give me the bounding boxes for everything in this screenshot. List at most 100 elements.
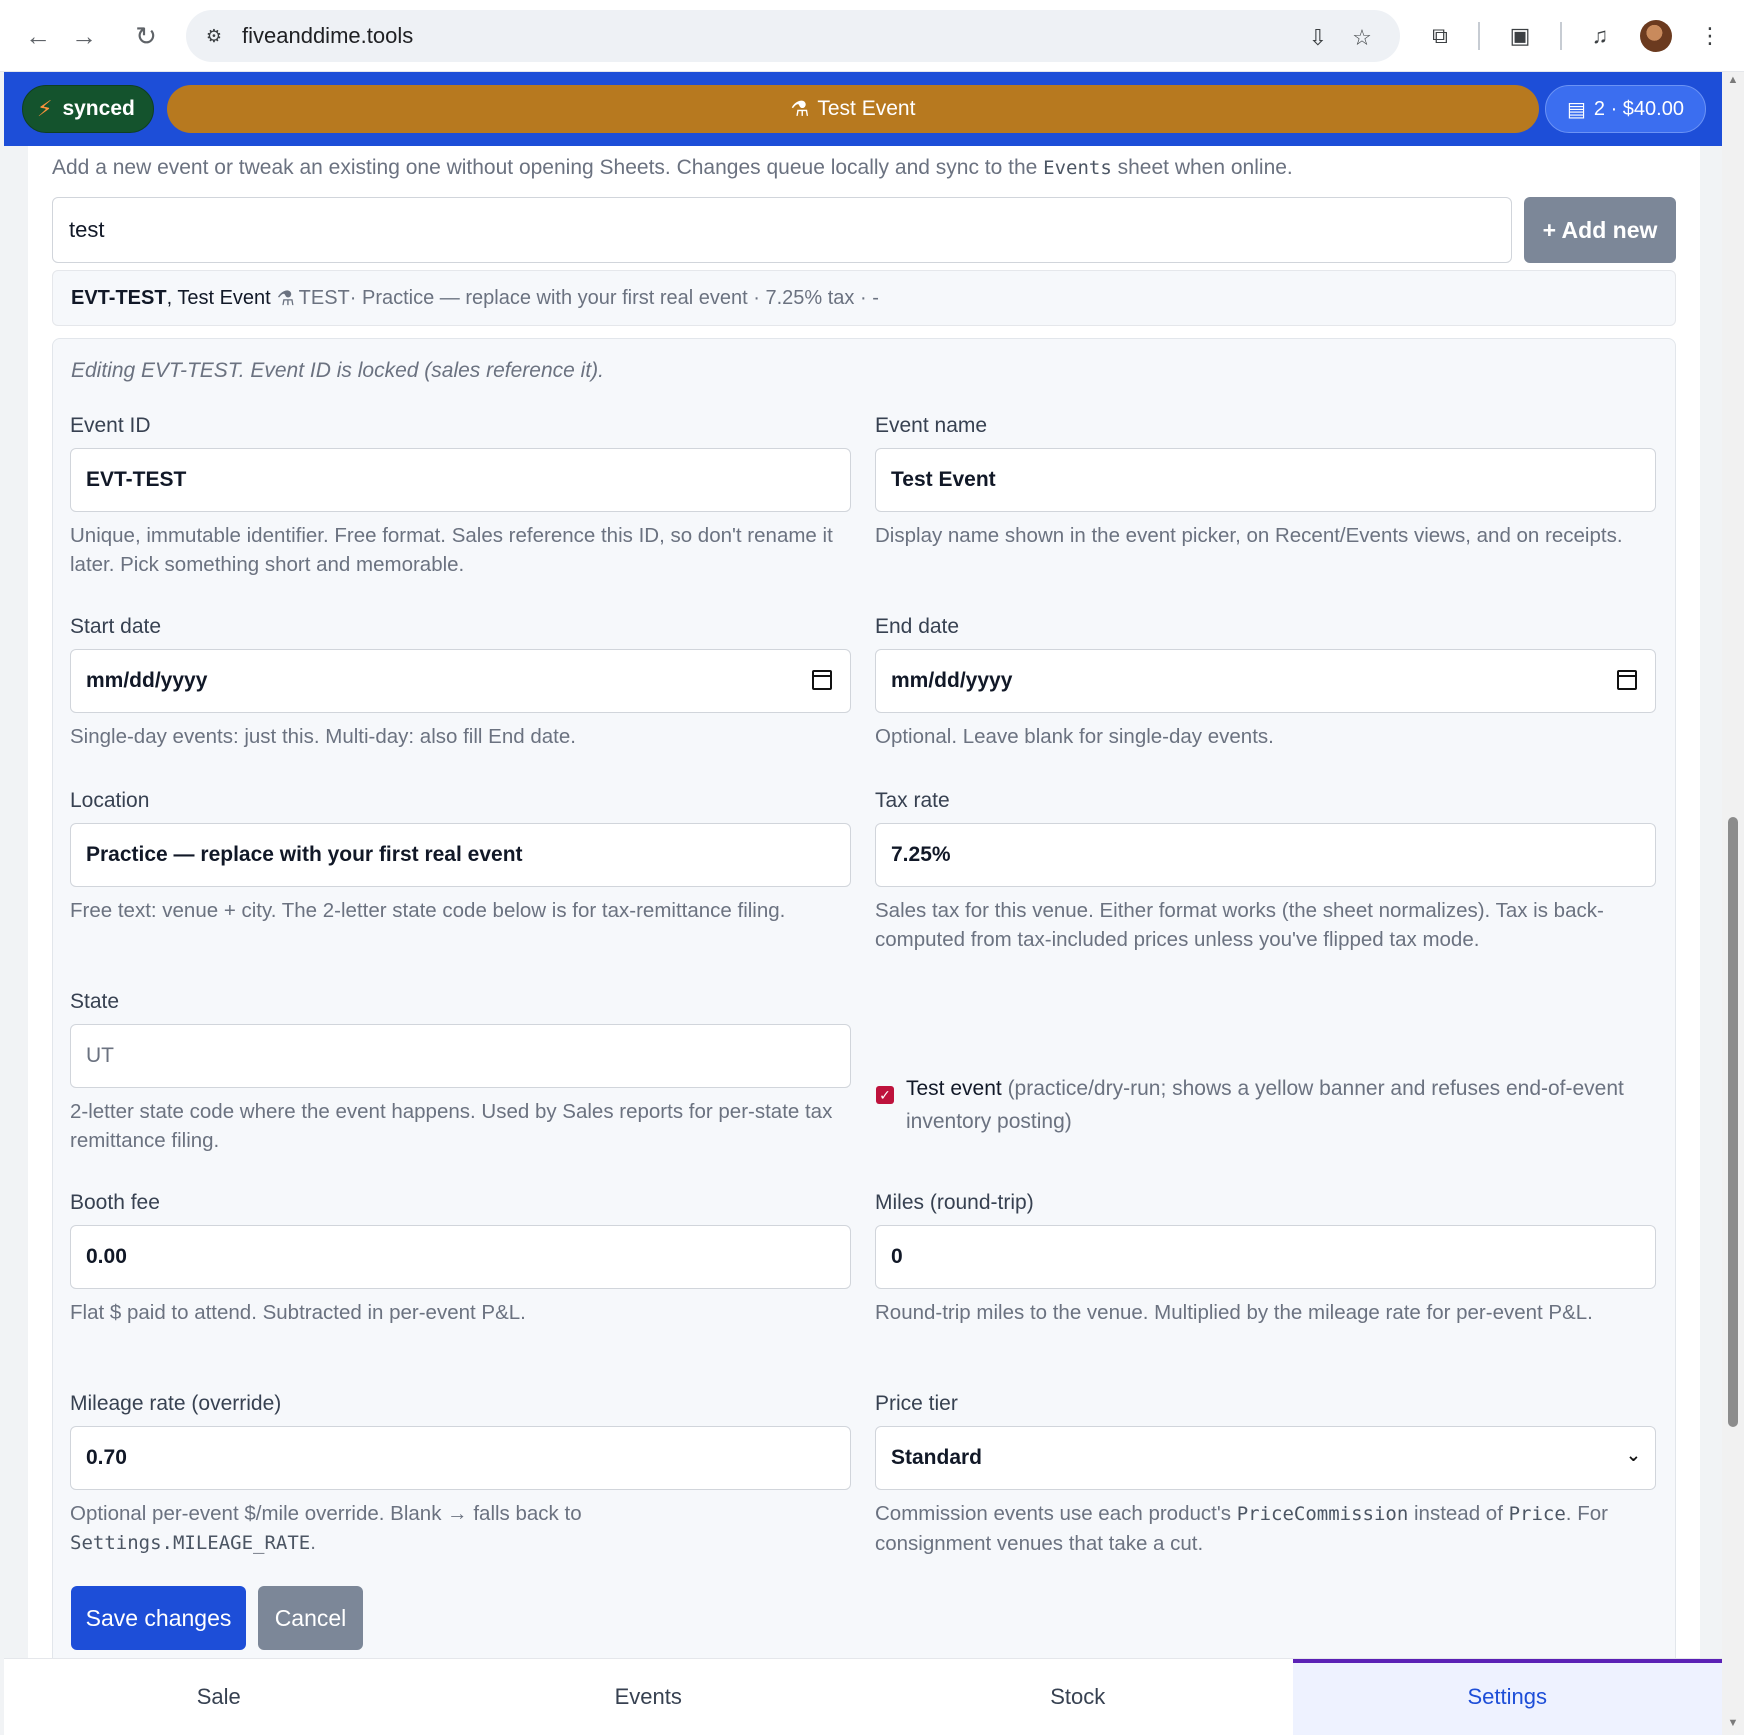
current-event-pill[interactable]: ⚗ Test Event xyxy=(167,85,1539,133)
star-icon[interactable]: ☆ xyxy=(1348,24,1376,52)
event-name-help: Display name shown in the event picker, … xyxy=(875,524,1623,547)
intro-text: Add a new event or tweak an existing one… xyxy=(52,156,1044,179)
price-tier-help-code: Price xyxy=(1508,1503,1566,1525)
extensions-icon[interactable]: ⧉ xyxy=(1422,18,1458,54)
back-arrow-icon[interactable]: ← xyxy=(18,16,58,56)
state-label: State xyxy=(70,990,120,1013)
tab-sale[interactable]: Sale xyxy=(4,1659,434,1735)
intro-text-end: sheet when online. xyxy=(1111,156,1293,179)
cart-summary-pill[interactable]: ▤ 2 · $40.00 xyxy=(1545,85,1706,133)
site-info-icon[interactable]: ⚙ xyxy=(202,24,226,48)
booth-fee-input[interactable]: 0.00 xyxy=(70,1225,851,1289)
tab-events[interactable]: Events xyxy=(434,1659,864,1735)
start-date-field: Start date mm/dd/yyyy Single-day events:… xyxy=(70,615,851,751)
forward-arrow-icon[interactable]: → xyxy=(64,16,104,56)
result-event-name: , Test Event xyxy=(166,286,271,309)
booth-fee-help: Flat $ paid to attend. Subtracted in per… xyxy=(70,1301,526,1324)
edit-event-panel: Editing EVT-TEST. Event ID is locked (sa… xyxy=(52,338,1676,1732)
location-help: Free text: venue + city. The 2-letter st… xyxy=(70,899,786,922)
event-name-field: Event name Test Event Display name shown… xyxy=(875,414,1656,550)
test-event-text: Test event (practice/dry-run; shows a ye… xyxy=(906,1072,1656,1138)
test-event-checkbox-row[interactable]: ✓ Test event (practice/dry-run; shows a … xyxy=(876,1072,1656,1138)
miles-field: Miles (round-trip) 0 Round-trip miles to… xyxy=(875,1191,1656,1327)
app-viewport: ⚡ synced ⚗ Test Event ▤ 2 · $40.00 Add a… xyxy=(4,72,1722,1732)
cancel-button[interactable]: Cancel xyxy=(258,1586,363,1650)
tax-rate-input[interactable]: 7.25% xyxy=(875,823,1656,887)
tax-rate-label: Tax rate xyxy=(875,789,950,812)
url-text[interactable]: fiveanddime.tools xyxy=(242,23,413,49)
end-date-field: End date mm/dd/yyyy Optional. Leave blan… xyxy=(875,615,1656,751)
edit-note: Editing EVT-TEST. Event ID is locked (sa… xyxy=(71,359,604,382)
result-event-id: EVT-TEST xyxy=(71,286,167,309)
calendar-icon[interactable] xyxy=(1617,670,1637,690)
price-tier-field: Price tier Standard ⌄ Commission events u… xyxy=(875,1392,1656,1558)
calendar-icon[interactable] xyxy=(812,670,832,690)
cart-icon: ▤ xyxy=(1567,98,1586,121)
start-date-input[interactable]: mm/dd/yyyy xyxy=(70,649,851,713)
reload-icon[interactable]: ↻ xyxy=(126,16,166,56)
test-event-help: (practice/dry-run; shows a yellow banner… xyxy=(906,1077,1624,1133)
location-input[interactable]: Practice — replace with your first real … xyxy=(70,823,851,887)
test-event-checkbox[interactable]: ✓ xyxy=(876,1086,894,1104)
install-icon[interactable]: ⇩ xyxy=(1304,24,1332,52)
scroll-down-icon[interactable]: ▼ xyxy=(1727,1717,1739,1729)
start-date-help: Single-day events: just this. Multi-day:… xyxy=(70,725,576,748)
price-tier-value: Standard xyxy=(891,1446,983,1469)
end-date-input[interactable]: mm/dd/yyyy xyxy=(875,649,1656,713)
check-icon: ✓ xyxy=(879,1087,891,1103)
result-details: · Practice — replace with your first rea… xyxy=(349,286,879,309)
result-test-tag: TEST xyxy=(298,286,350,309)
state-input[interactable]: UT xyxy=(70,1024,851,1088)
miles-help: Round-trip miles to the venue. Multiplie… xyxy=(875,1301,1593,1324)
app-header: ⚡ synced ⚗ Test Event ▤ 2 · $40.00 xyxy=(4,72,1722,146)
end-date-label: End date xyxy=(875,615,960,638)
events-editor-intro: Add a new event or tweak an existing one… xyxy=(52,156,1293,180)
end-date-help: Optional. Leave blank for single-day eve… xyxy=(875,725,1274,748)
price-tier-help: Commission events use each product's Pri… xyxy=(875,1499,1656,1558)
event-search-result[interactable]: EVT-TEST , Test Event ⚗ TEST · Practice … xyxy=(52,270,1676,326)
booth-fee-field: Booth fee 0.00 Flat $ paid to attend. Su… xyxy=(70,1191,851,1327)
tax-rate-help: Sales tax for this venue. Either format … xyxy=(875,899,1604,951)
scrollbar-thumb[interactable] xyxy=(1728,817,1738,1427)
start-date-value: mm/dd/yyyy xyxy=(86,669,208,692)
mileage-rate-help: Optional per-event $/mile override. Blan… xyxy=(70,1499,851,1558)
mileage-rate-input[interactable]: 0.70 xyxy=(70,1426,851,1490)
events-editor-card: Add a new event or tweak an existing one… xyxy=(28,146,1700,1732)
save-changes-button[interactable]: Save changes xyxy=(71,1586,246,1650)
start-date-label: Start date xyxy=(70,615,162,638)
test-flask-icon: ⚗ xyxy=(790,97,810,121)
price-tier-help-code: PriceCommission xyxy=(1236,1503,1409,1525)
current-event-label: Test Event xyxy=(817,97,916,120)
price-tier-help-mid: instead of xyxy=(1408,1502,1509,1525)
media-icon[interactable]: ♫ xyxy=(1582,18,1618,54)
tab-search-icon[interactable]: ▣ xyxy=(1502,18,1538,54)
booth-fee-label: Booth fee xyxy=(70,1191,160,1214)
browser-toolbar: ← → ↻ ⚙ fiveanddime.tools ⇩ ☆ ⧉ ▣ ♫ ⋮ xyxy=(0,0,1744,72)
event-id-help: Unique, immutable identifier. Free forma… xyxy=(70,524,833,576)
price-tier-select[interactable]: Standard ⌄ xyxy=(875,1426,1656,1490)
event-id-input[interactable]: EVT-TEST xyxy=(70,448,851,512)
tab-stock[interactable]: Stock xyxy=(863,1659,1293,1735)
event-id-field: Event ID EVT-TEST Unique, immutable iden… xyxy=(70,414,851,579)
scroll-up-icon[interactable]: ▲ xyxy=(1727,74,1739,86)
page-scrollbar[interactable]: ▲ ▼ xyxy=(1722,72,1744,1735)
event-name-label: Event name xyxy=(875,414,988,437)
bolt-icon: ⚡ xyxy=(37,96,53,121)
test-flask-icon: ⚗ xyxy=(276,287,295,310)
state-help: 2-letter state code where the event happ… xyxy=(70,1100,833,1152)
menu-icon[interactable]: ⋮ xyxy=(1692,18,1728,54)
price-tier-label: Price tier xyxy=(875,1392,958,1415)
intro-code: Events xyxy=(1043,157,1112,179)
miles-input[interactable]: 0 xyxy=(875,1225,1656,1289)
sync-status-pill[interactable]: ⚡ synced xyxy=(22,85,154,133)
test-event-label: Test event xyxy=(906,1077,1002,1100)
add-new-event-button[interactable]: + Add new xyxy=(1524,197,1676,263)
event-search-input[interactable] xyxy=(52,197,1512,263)
address-bar[interactable]: ⚙ fiveanddime.tools ⇩ ☆ xyxy=(186,10,1400,62)
location-label: Location xyxy=(70,789,150,812)
profile-avatar[interactable] xyxy=(1640,20,1672,52)
tax-rate-field: Tax rate 7.25% Sales tax for this venue.… xyxy=(875,789,1656,954)
mileage-rate-help-text: Optional per-event $/mile override. Blan… xyxy=(70,1502,582,1525)
tab-settings[interactable]: Settings xyxy=(1292,1659,1722,1735)
event-name-input[interactable]: Test Event xyxy=(875,448,1656,512)
